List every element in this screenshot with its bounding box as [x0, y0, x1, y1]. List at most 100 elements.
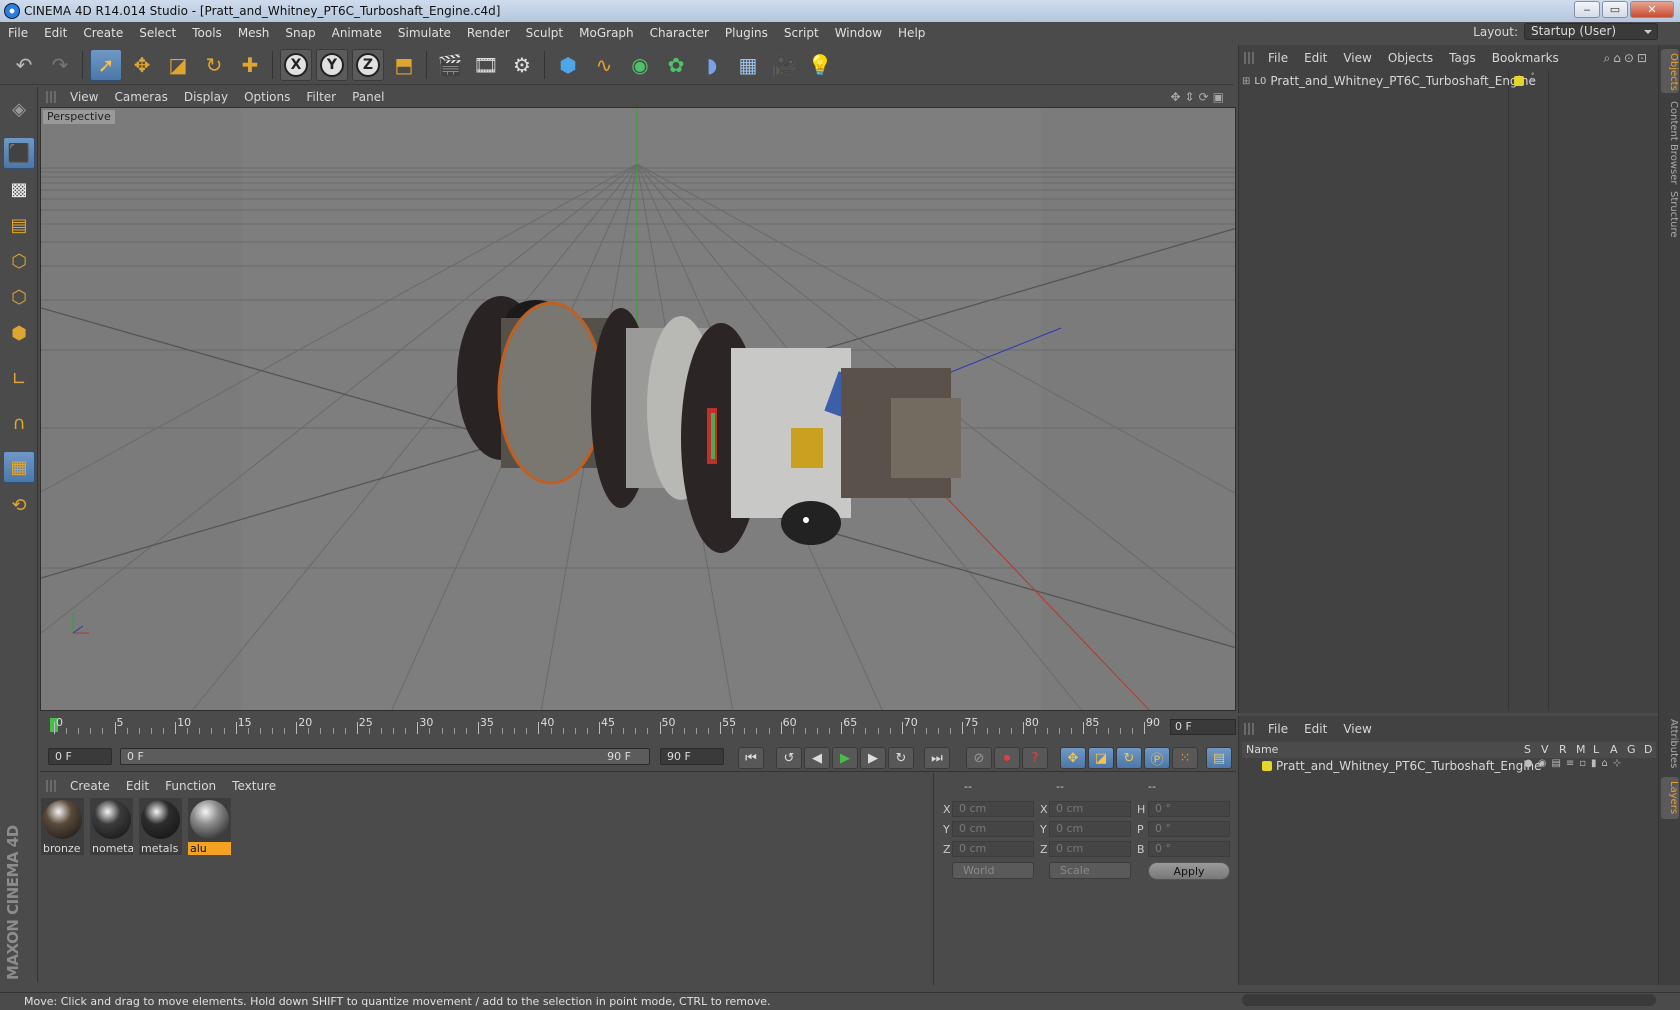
material-bronze[interactable]: bronze [41, 798, 84, 855]
points-mode-icon[interactable]: ⬡ [3, 245, 35, 277]
viewport-menu-display[interactable]: Display [176, 90, 236, 104]
key-rotation-icon[interactable]: ↻ [1116, 747, 1142, 769]
key-position-icon[interactable]: ✥ [1060, 747, 1086, 769]
close-button[interactable]: ✕ [1630, 1, 1674, 18]
menu-script[interactable]: Script [776, 26, 827, 40]
rotation-p-field[interactable]: 0 ° [1148, 821, 1230, 837]
tab-content-browser[interactable]: Content Browser [1661, 97, 1679, 184]
floor-icon[interactable]: ▦ [732, 49, 764, 81]
material-alu[interactable]: alu [188, 798, 231, 855]
viewport-menu-view[interactable]: View [62, 90, 106, 104]
move-tool-icon[interactable]: ✥ [126, 49, 158, 81]
timeline-window-icon[interactable]: ▤ [1206, 747, 1232, 769]
layer-col-name[interactable]: Name [1246, 743, 1278, 756]
render-picture-viewer-icon[interactable]: 🎞 [470, 49, 502, 81]
go-to-end-icon[interactable]: ⏭ [924, 747, 950, 769]
menu-window[interactable]: Window [827, 26, 890, 40]
layer-col-locked[interactable]: L [1593, 743, 1599, 756]
expand-icon[interactable]: ⊞ [1242, 76, 1250, 87]
keyframe-help-icon[interactable]: ? [1022, 747, 1048, 769]
material-menu-edit[interactable]: Edit [118, 779, 157, 793]
coordinate-space-dropdown[interactable]: World [952, 862, 1034, 879]
add-object-icon[interactable]: ✚ [234, 49, 266, 81]
workplane-lock-icon[interactable]: ▦ [3, 451, 35, 483]
autokey-icon[interactable]: ⏺ [994, 747, 1020, 769]
tab-attributes[interactable]: Attributes [1661, 715, 1679, 773]
layer-list-item[interactable]: Pratt_and_Whitney_PT6C_Turboshaft_Engine [1262, 758, 1562, 774]
perspective-viewport[interactable]: Perspective [40, 107, 1236, 711]
layer-col-manager[interactable]: M [1576, 743, 1586, 756]
menu-create[interactable]: Create [75, 26, 131, 40]
layer-menu-view[interactable]: View [1335, 722, 1379, 736]
menu-plugins[interactable]: Plugins [717, 26, 776, 40]
range-slider[interactable]: 0 F 90 F [120, 748, 650, 765]
layout-dropdown[interactable]: Startup (User) [1524, 23, 1658, 40]
object-menu-tags[interactable]: Tags [1441, 51, 1484, 65]
size-mode-dropdown[interactable]: Scale [1049, 862, 1131, 879]
x-axis-lock-button[interactable]: X [280, 49, 312, 81]
layer-horizontal-scrollbar[interactable] [1242, 994, 1656, 1006]
tab-objects[interactable]: Objects [1661, 49, 1679, 93]
menu-simulate[interactable]: Simulate [390, 26, 459, 40]
visibility-dots-icon[interactable]: • • [1530, 71, 1535, 86]
frame-ruler[interactable]: 0 5 10 15 20 25 30 35 40 45 50 55 60 65 70 75 80 85 90 [50, 714, 1170, 738]
play-forward-icon[interactable]: ▶ [832, 747, 858, 769]
z-axis-lock-button[interactable]: Z [352, 49, 384, 81]
workplane-mode-icon[interactable]: ▤ [3, 209, 35, 241]
texture-mode-icon[interactable]: ▩ [3, 173, 35, 205]
layer-color-swatch[interactable] [1262, 761, 1272, 771]
polygons-mode-icon[interactable]: ⬢ [3, 317, 35, 349]
tab-layers[interactable]: Layers [1661, 777, 1679, 819]
key-pla-icon[interactable]: ⁙ [1172, 747, 1198, 769]
size-x-field[interactable]: 0 cm [1049, 801, 1131, 817]
menu-character[interactable]: Character [642, 26, 717, 40]
size-z-field[interactable]: 0 cm [1049, 841, 1131, 857]
menu-file[interactable]: File [0, 26, 36, 40]
menu-mesh[interactable]: Mesh [230, 26, 278, 40]
maximize-button[interactable]: ▭ [1602, 1, 1628, 18]
previous-key-icon[interactable]: ↺ [776, 747, 802, 769]
scale-tool-icon[interactable]: ◪ [162, 49, 194, 81]
size-y-field[interactable]: 0 cm [1049, 821, 1131, 837]
current-frame-field[interactable]: 0 F [1170, 719, 1236, 735]
layer-menu-edit[interactable]: Edit [1296, 722, 1335, 736]
y-axis-lock-button[interactable]: Y [316, 49, 348, 81]
previous-frame-icon[interactable]: ◀ [804, 747, 830, 769]
layer-col-view[interactable]: V [1541, 743, 1549, 756]
position-x-field[interactable]: 0 cm [952, 801, 1034, 817]
apply-button[interactable]: Apply [1148, 862, 1230, 880]
object-list-item[interactable]: ⊞ L0 Pratt_and_Whitney_PT6C_Turboshaft_E… [1242, 73, 1536, 89]
material-metals[interactable]: metals [139, 798, 182, 855]
menu-help[interactable]: Help [890, 26, 933, 40]
viewport-menu-options[interactable]: Options [236, 90, 298, 104]
live-selection-icon[interactable]: ➚ [90, 49, 122, 81]
menu-snap[interactable]: Snap [277, 26, 323, 40]
key-scale-icon[interactable]: ◪ [1088, 747, 1114, 769]
viewport-menu-panel[interactable]: Panel [344, 90, 392, 104]
menu-animate[interactable]: Animate [324, 26, 390, 40]
key-parameter-icon[interactable]: Ⓟ [1144, 747, 1170, 769]
object-menu-view[interactable]: View [1335, 51, 1379, 65]
viewport-nav-icons[interactable]: ✥⇕⟳▣ [1170, 90, 1228, 104]
object-menu-edit[interactable]: Edit [1296, 51, 1335, 65]
viewport-menu-filter[interactable]: Filter [298, 90, 344, 104]
coordinate-system-icon[interactable]: ⬒ [388, 49, 420, 81]
menu-tools[interactable]: Tools [184, 26, 230, 40]
cube-primitive-icon[interactable]: ⬢ [552, 49, 584, 81]
spline-icon[interactable]: ∿ [588, 49, 620, 81]
light-icon[interactable]: 💡 [804, 49, 836, 81]
material-menu-create[interactable]: Create [62, 779, 118, 793]
rotate-tool-icon[interactable]: ↻ [198, 49, 230, 81]
model-mode-icon[interactable]: ⬛ [3, 137, 35, 169]
layer-col-generators[interactable]: G [1627, 743, 1636, 756]
render-settings-icon[interactable]: ⚙ [506, 49, 538, 81]
material-menu-texture[interactable]: Texture [224, 779, 284, 793]
menu-edit[interactable]: Edit [36, 26, 75, 40]
next-frame-icon[interactable]: ▶ [860, 747, 886, 769]
object-menu-objects[interactable]: Objects [1380, 51, 1441, 65]
material-nometal[interactable]: nometal [90, 798, 133, 855]
start-frame-field[interactable]: 0 F [48, 748, 112, 765]
undo-icon[interactable]: ↶ [8, 49, 40, 81]
object-menu-file[interactable]: File [1260, 51, 1296, 65]
layer-col-render[interactable]: R [1559, 743, 1567, 756]
